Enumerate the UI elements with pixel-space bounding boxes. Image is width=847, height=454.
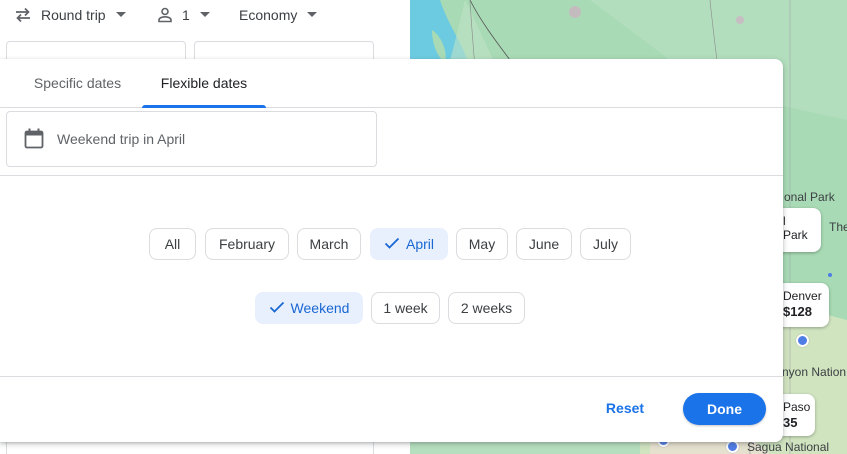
date-mode-tabs: Specific dates Flexible dates bbox=[0, 59, 783, 108]
footer-divider bbox=[0, 376, 783, 377]
check-icon bbox=[269, 300, 285, 316]
tab-flexible-dates[interactable]: Flexible dates bbox=[142, 59, 266, 107]
caret-down-icon bbox=[307, 12, 318, 18]
caret-down-icon bbox=[199, 12, 210, 18]
destination-price: 35 bbox=[783, 415, 798, 430]
cabin-class-label: Economy bbox=[239, 7, 298, 23]
flexible-dates-summary-field[interactable]: Weekend trip in April bbox=[6, 111, 377, 167]
chip-label: June bbox=[528, 236, 560, 252]
chip-label: February bbox=[218, 236, 276, 252]
duration-chip-1-week[interactable]: 1 week bbox=[371, 292, 440, 324]
chip-label: Weekend bbox=[290, 300, 350, 316]
person-icon bbox=[156, 6, 174, 24]
destination-name: Paso bbox=[783, 400, 811, 414]
month-chip-all[interactable]: All bbox=[149, 228, 196, 260]
duration-chip-weekend[interactable]: Weekend bbox=[255, 292, 363, 324]
cabin-class-selector[interactable]: Economy bbox=[239, 3, 318, 27]
swap-arrows-icon bbox=[13, 5, 33, 25]
month-chip-july[interactable]: July bbox=[580, 228, 631, 260]
airport-pin-icon[interactable] bbox=[796, 334, 809, 347]
date-picker-dialog: Specific dates Flexible dates Weekend tr… bbox=[0, 59, 783, 442]
destination-name: Denver bbox=[783, 289, 822, 303]
chip-label: April bbox=[405, 236, 434, 252]
destination-price: $128 bbox=[783, 304, 812, 319]
map-label-part: Sagua bbox=[747, 440, 782, 454]
tab-specific-dates[interactable]: Specific dates bbox=[14, 59, 141, 107]
trip-type-selector[interactable]: Round trip bbox=[13, 3, 126, 27]
calendar-icon bbox=[24, 128, 44, 150]
check-icon bbox=[384, 236, 400, 252]
chip-label: 1 week bbox=[383, 300, 428, 316]
month-chip-may[interactable]: May bbox=[456, 228, 508, 260]
active-tab-indicator bbox=[142, 105, 266, 108]
chip-label: March bbox=[309, 236, 349, 252]
map-label: The bbox=[829, 220, 847, 234]
trip-type-label: Round trip bbox=[41, 7, 106, 23]
chip-label: All bbox=[164, 236, 181, 252]
duration-chip-2-weeks[interactable]: 2 weeks bbox=[448, 292, 525, 324]
chip-label: July bbox=[593, 236, 618, 252]
month-chip-february[interactable]: February bbox=[205, 228, 289, 260]
results-card-edge bbox=[6, 440, 374, 454]
month-chip-june[interactable]: June bbox=[516, 228, 572, 260]
destination-name: l Park bbox=[783, 214, 808, 242]
done-button[interactable]: Done bbox=[683, 393, 766, 425]
divider bbox=[0, 175, 783, 176]
destination-price-card[interactable]: Denver $128 bbox=[775, 283, 829, 327]
chip-label: 2 weeks bbox=[460, 300, 513, 316]
map-label: onal Park bbox=[784, 190, 835, 204]
month-chip-april[interactable]: April bbox=[370, 228, 448, 260]
map-label: nyon Nation bbox=[782, 365, 847, 379]
month-chip-march[interactable]: March bbox=[297, 228, 361, 260]
caret-down-icon bbox=[115, 12, 126, 18]
passenger-selector[interactable]: 1 bbox=[156, 3, 210, 27]
map-label-part: National bbox=[785, 440, 830, 454]
map-label: Sagua National bbox=[747, 440, 829, 454]
date-summary-text: Weekend trip in April bbox=[57, 131, 186, 147]
passenger-count: 1 bbox=[182, 7, 190, 23]
chip-label: May bbox=[468, 236, 496, 252]
search-options-bar: Round trip 1 Economy bbox=[0, 0, 410, 30]
reset-button[interactable]: Reset bbox=[593, 392, 657, 424]
